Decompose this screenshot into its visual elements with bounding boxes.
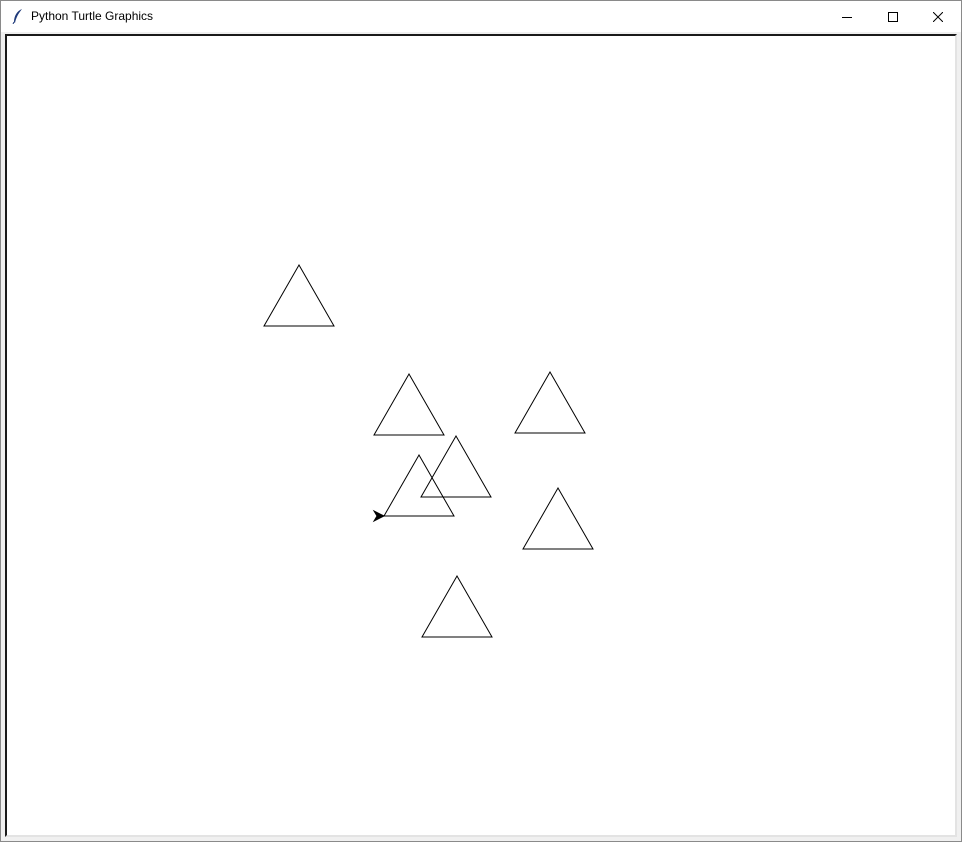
minimize-button[interactable]: [824, 1, 870, 32]
turtle-window: Python Turtle Graphics: [0, 0, 962, 842]
maximize-icon: [888, 11, 898, 22]
triangle-shape: [514, 370, 586, 434]
feather-icon: [12, 9, 22, 24]
turtle-canvas-frame[interactable]: [5, 34, 957, 837]
window-title: Python Turtle Graphics: [31, 9, 154, 23]
triangle-shape: [421, 574, 493, 638]
turtle-layer: [372, 509, 386, 523]
maximize-button[interactable]: [870, 1, 916, 32]
triangle-shape: [420, 434, 492, 498]
triangle-shape: [522, 486, 594, 550]
close-icon: [933, 11, 943, 22]
turtle-cursor-icon: [372, 509, 386, 523]
triangle-shape: [263, 263, 335, 327]
triangle-shape: [373, 372, 445, 436]
close-button[interactable]: [915, 1, 961, 32]
triangle-shape: [383, 453, 455, 517]
turtle-canvas[interactable]: [7, 36, 955, 835]
minimize-icon: [842, 16, 852, 18]
shapes-layer: [263, 263, 594, 638]
title-bar[interactable]: Python Turtle Graphics: [1, 1, 961, 32]
